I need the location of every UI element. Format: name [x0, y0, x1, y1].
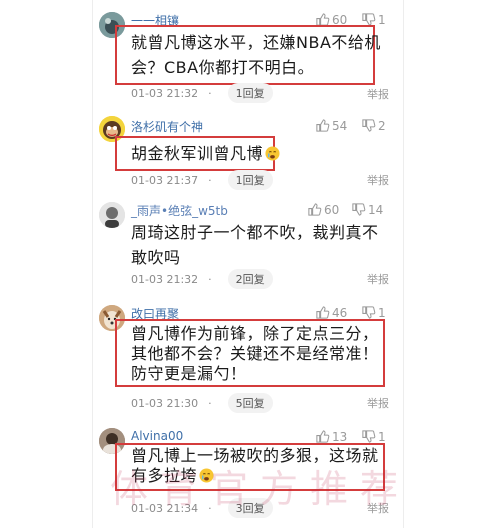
separator-dot: · [208, 396, 212, 410]
dislike-count: 1 [378, 305, 386, 320]
like-count: 13 [332, 429, 348, 444]
report-link[interactable]: 举报 [367, 500, 389, 516]
report-link[interactable]: 举报 [367, 271, 389, 287]
timestamp: 01-03 21:30 [131, 396, 199, 410]
comment-text: 胡金秋军训曾凡博 [131, 141, 389, 166]
separator-dot: · [208, 173, 212, 187]
timestamp: 01-03 21:34 [131, 501, 199, 515]
like-button[interactable]: 13 [315, 429, 347, 444]
dislike-button[interactable]: 14 [351, 202, 383, 217]
separator-dot: · [208, 86, 212, 100]
comment-meta: 01-03 21:32 · 1回复 [131, 83, 273, 103]
username[interactable]: _雨声•绝弦_w5tb [131, 202, 228, 219]
comment-meta: 01-03 21:34 · 3回复 [131, 498, 273, 518]
timestamp: 01-03 21:37 [131, 173, 199, 187]
like-count: 54 [332, 118, 348, 133]
comment-item: 改曰再聚 46 1 曾凡博作为前锋，除了定点三分，其他都不会？关键还不是经常准！… [93, 299, 403, 415]
separator-dot: · [208, 272, 212, 286]
like-button[interactable]: 60 [307, 202, 339, 217]
comment-meta: 01-03 21:30 · 5回复 [131, 393, 273, 413]
comment-item: 一一相镶 60 1 就曾凡博这水平，还嫌NBA不给机会？CBA你都打不明白。 0… [93, 0, 403, 105]
thumbs-up-icon [308, 203, 322, 216]
dislike-count: 1 [378, 429, 386, 444]
report-link[interactable]: 举报 [367, 172, 389, 188]
comment-text-content: 曾凡博上一场被吹的多狠，这场就有多拉垮 [131, 446, 379, 485]
comment-meta: 01-03 21:37 · 1回复 [131, 170, 273, 190]
separator-dot: · [208, 501, 212, 515]
thumbs-up-icon [316, 430, 330, 443]
reply-count-button[interactable]: 2回复 [227, 269, 273, 289]
dislike-count: 1 [378, 12, 386, 27]
username[interactable]: 洛杉矶有个神 [131, 118, 203, 135]
like-button[interactable]: 54 [315, 118, 347, 133]
dislike-count: 14 [368, 202, 384, 217]
comment-item: 洛杉矶有个神 54 2 胡金秋军训曾凡博 01-03 21:37 · 1回复 举… [93, 110, 403, 190]
report-link[interactable]: 举报 [367, 86, 389, 102]
timestamp: 01-03 21:32 [131, 86, 199, 100]
crying-emoji-icon [199, 468, 214, 483]
comment-text: 就曾凡博这水平，还嫌NBA不给机会？CBA你都打不明白。 [131, 33, 381, 77]
thumbs-up-icon [316, 306, 330, 319]
thumbs-down-icon [352, 203, 366, 216]
reply-count-button[interactable]: 1回复 [227, 83, 273, 103]
dislike-count: 2 [378, 118, 386, 133]
dislike-button[interactable]: 1 [361, 429, 386, 444]
comment-item: _雨声•绝弦_w5tb 60 14 周琦这肘子一个都不吹，裁判真不敢吹吗 01-… [93, 194, 403, 292]
thumbs-down-icon [362, 306, 376, 319]
thumbs-up-icon [316, 119, 330, 132]
thumbs-down-icon [362, 119, 376, 132]
reply-count-button[interactable]: 5回复 [227, 393, 273, 413]
comment-list: 一一相镶 60 1 就曾凡博这水平，还嫌NBA不给机会？CBA你都打不明白。 0… [92, 0, 404, 528]
comment-text: 周琦这肘子一个都不吹，裁判真不敢吹吗 [131, 223, 379, 267]
like-count: 46 [332, 305, 348, 320]
crying-emoji-icon [265, 146, 280, 161]
comment-text: 曾凡博上一场被吹的多狠，这场就有多拉垮 [131, 446, 389, 486]
comment-item: Alvina00 13 1 曾凡博上一场被吹的多狠，这场就有多拉垮 01-03 … [93, 424, 403, 528]
comment-meta: 01-03 21:32 · 2回复 [131, 269, 273, 289]
thumbs-down-icon [362, 430, 376, 443]
reply-count-button[interactable]: 3回复 [227, 498, 273, 518]
username[interactable]: Alvina00 [131, 429, 183, 443]
like-count: 60 [324, 202, 340, 217]
reply-count-button[interactable]: 1回复 [227, 170, 273, 190]
comment-text-content: 胡金秋军训曾凡博 [131, 144, 264, 163]
comment-text: 曾凡博作为前锋，除了定点三分，其他都不会？关键还不是经常准！防守更是漏勺！ [131, 324, 379, 383]
like-button[interactable]: 46 [315, 305, 347, 320]
timestamp: 01-03 21:32 [131, 272, 199, 286]
report-link[interactable]: 举报 [367, 395, 389, 411]
dislike-button[interactable]: 1 [361, 305, 386, 320]
dislike-button[interactable]: 2 [361, 118, 386, 133]
avatar[interactable] [99, 202, 125, 228]
